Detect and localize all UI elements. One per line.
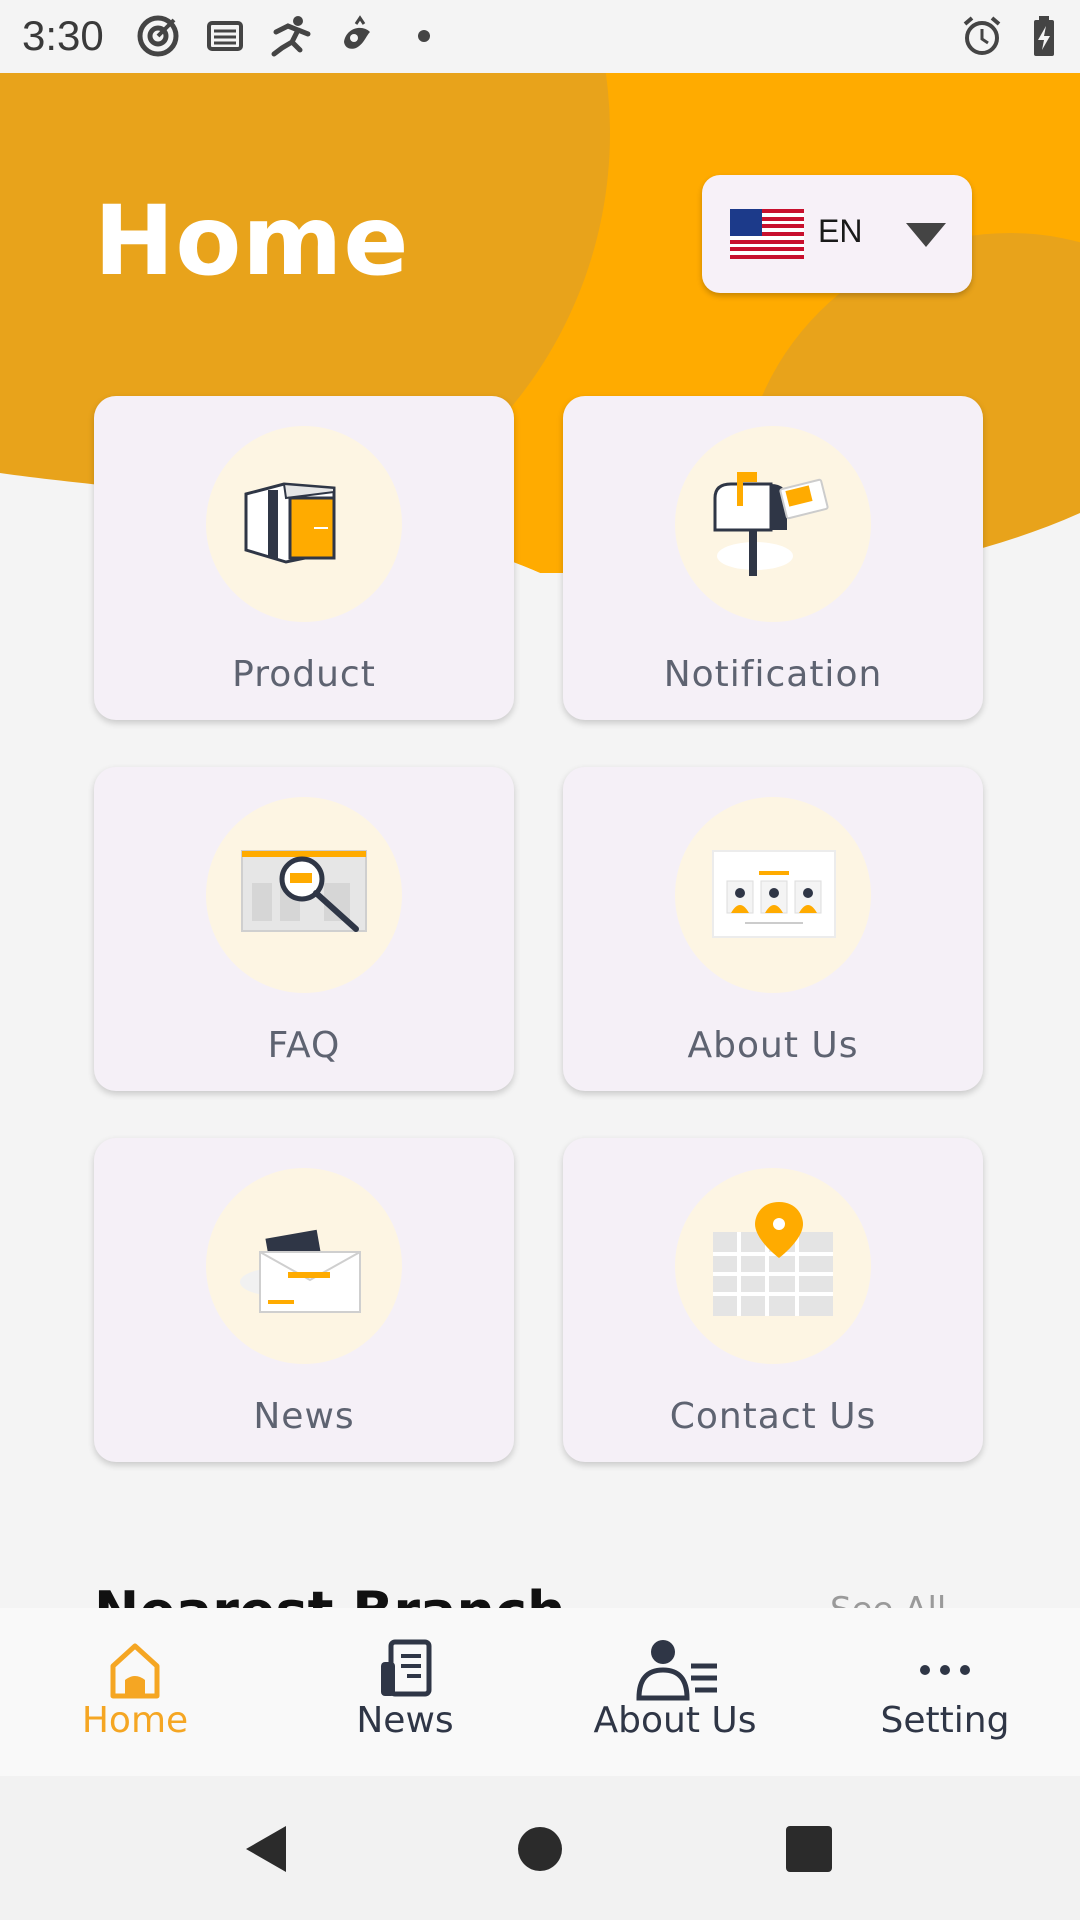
card-label: Contact Us	[669, 1396, 877, 1437]
nav-item-news[interactable]: News	[270, 1608, 540, 1776]
home-icon	[110, 1643, 160, 1699]
notification-card[interactable]: Notification	[563, 396, 983, 720]
nearest-branch-section: Nearest Branch See All	[0, 1560, 1080, 1608]
card-label: FAQ	[267, 1025, 341, 1066]
card-label: Notification	[663, 654, 883, 695]
see-all-link[interactable]: See All	[830, 1590, 946, 1608]
status-bar: 3:30	[0, 0, 1080, 73]
team-board-icon	[675, 797, 871, 993]
faq-card[interactable]: FAQ	[94, 767, 514, 1091]
bottom-nav: Home News About Us Setting	[0, 1608, 1080, 1776]
target-icon	[136, 14, 180, 58]
card-label: News	[253, 1396, 355, 1437]
card-label: About Us	[687, 1025, 859, 1066]
magnifier-icon	[206, 797, 402, 993]
contact-us-card[interactable]: Contact Us	[563, 1138, 983, 1462]
nav-label: News	[356, 1700, 454, 1741]
news-card[interactable]: News	[94, 1138, 514, 1462]
runner-icon	[268, 14, 312, 58]
nav-item-home[interactable]: Home	[0, 1608, 270, 1776]
language-code: EN	[818, 213, 863, 249]
card-label: Product	[232, 654, 376, 695]
more-icon	[920, 1665, 970, 1675]
recents-icon[interactable]	[782, 1822, 836, 1876]
alarm-icon	[960, 14, 1004, 58]
language-selector[interactable]: EN	[702, 175, 972, 293]
back-icon[interactable]	[240, 1822, 294, 1876]
chevron-down-icon	[906, 223, 946, 247]
nav-label: About Us	[593, 1700, 757, 1741]
mailbox-icon	[675, 426, 871, 622]
nav-label: Setting	[880, 1700, 1010, 1741]
home-circle-icon[interactable]	[513, 1822, 567, 1876]
section-title: Nearest Branch	[94, 1580, 565, 1608]
about-us-icon	[636, 1640, 717, 1701]
map-pin-icon	[675, 1168, 871, 1364]
news-icon	[381, 1639, 432, 1697]
system-nav-bar	[0, 1776, 1080, 1920]
about-us-card[interactable]: About Us	[563, 767, 983, 1091]
nav-label: Home	[81, 1700, 189, 1741]
box-icon	[206, 426, 402, 622]
envelope-icon	[206, 1168, 402, 1364]
page-title: Home	[94, 185, 410, 297]
product-card[interactable]: Product	[94, 396, 514, 720]
dot-icon	[418, 30, 430, 42]
us-flag-icon	[730, 209, 804, 259]
list-icon	[203, 14, 247, 58]
battery-charging-icon	[1022, 14, 1066, 58]
nav-item-setting[interactable]: Setting	[810, 1608, 1080, 1776]
bird-icon	[336, 14, 380, 58]
status-time: 3:30	[22, 12, 104, 59]
nav-item-about-us[interactable]: About Us	[540, 1608, 810, 1776]
